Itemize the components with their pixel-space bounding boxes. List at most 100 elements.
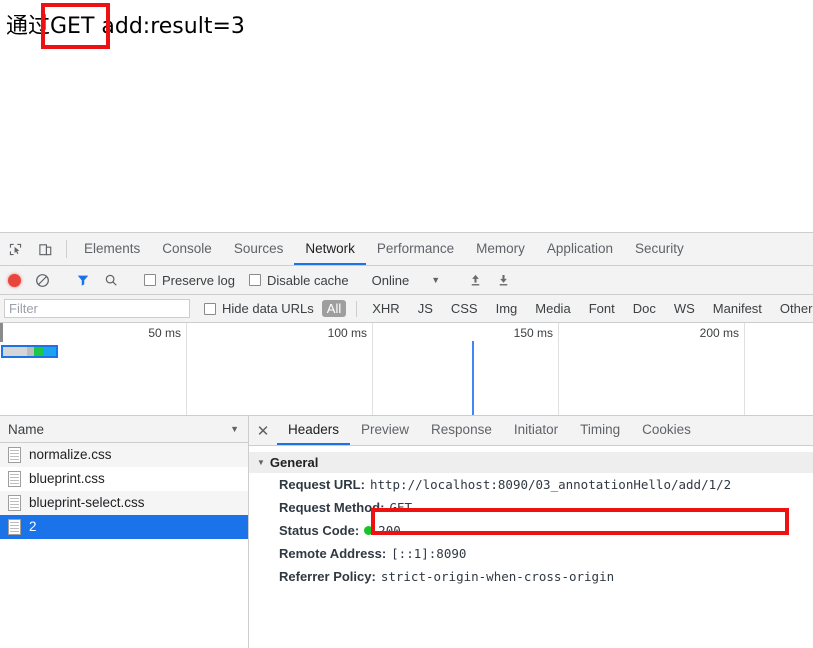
network-filter-row: Hide data URLs All XHR JS CSS Img Media … xyxy=(0,295,813,323)
record-dot-icon xyxy=(7,273,21,287)
request-row-normalize-css[interactable]: normalize.css xyxy=(0,443,248,467)
status-code-key: Status Code: xyxy=(279,523,360,538)
throttling-select[interactable]: Online xyxy=(372,273,410,288)
type-filter-js[interactable]: JS xyxy=(413,300,438,317)
header-row-status-code: Status Code: 200 xyxy=(249,519,813,542)
details-tab-cookies[interactable]: Cookies xyxy=(631,416,702,445)
device-toolbar-icon[interactable] xyxy=(30,233,60,265)
tick-line-150 xyxy=(558,323,559,415)
tab-elements[interactable]: Elements xyxy=(73,233,151,265)
request-row-blueprint-css[interactable]: blueprint.css xyxy=(0,467,248,491)
details-tab-preview[interactable]: Preview xyxy=(350,416,420,445)
toolbar-divider xyxy=(66,240,67,258)
overview-load-event-marker xyxy=(472,341,474,415)
request-row-blueprint-select-css[interactable]: blueprint-select.css xyxy=(0,491,248,515)
header-row-request-method: Request Method: GET xyxy=(249,496,813,519)
tab-security[interactable]: Security xyxy=(624,233,695,265)
type-filter-all[interactable]: All xyxy=(321,300,347,317)
css-file-icon xyxy=(8,470,21,487)
details-tab-timing[interactable]: Timing xyxy=(569,416,631,445)
type-filter-css[interactable]: CSS xyxy=(446,300,483,317)
bar-segment-waiting xyxy=(27,347,34,356)
request-method-key: Request Method: xyxy=(279,500,385,515)
network-overview-timeline[interactable]: 50 ms 100 ms 150 ms 200 ms xyxy=(0,323,813,416)
doc-file-icon xyxy=(8,518,21,535)
preserve-log-checkbox[interactable]: Preserve log xyxy=(144,273,235,288)
requests-column-header[interactable]: Name ▼ xyxy=(0,416,248,443)
type-filter-manifest[interactable]: Manifest xyxy=(708,300,767,317)
type-filter-media[interactable]: Media xyxy=(530,300,575,317)
remote-address-key: Remote Address: xyxy=(279,546,387,561)
tick-label-50ms: 50 ms xyxy=(148,326,181,340)
header-row-referrer-policy: Referrer Policy: strict-origin-when-cros… xyxy=(249,565,813,588)
preserve-log-box-icon xyxy=(144,274,156,286)
tick-label-100ms: 100 ms xyxy=(327,326,367,340)
request-url-value: http://localhost:8090/03_annotationHello… xyxy=(369,477,732,492)
headers-content: ▼ General Request URL: http://localhost:… xyxy=(249,446,813,648)
css-file-icon xyxy=(8,494,21,511)
export-har-icon[interactable] xyxy=(489,267,517,293)
referrer-policy-key: Referrer Policy: xyxy=(279,569,376,584)
network-bottom-split: Name ▼ normalize.css blueprint.css bluep… xyxy=(0,416,813,648)
request-name: blueprint.css xyxy=(29,471,105,486)
search-icon[interactable] xyxy=(97,267,125,293)
tab-sources[interactable]: Sources xyxy=(223,233,295,265)
bar-segment-ttfb xyxy=(34,347,44,356)
referrer-policy-value: strict-origin-when-cross-origin xyxy=(380,569,615,584)
type-filter-doc[interactable]: Doc xyxy=(628,300,661,317)
filter-icon[interactable] xyxy=(69,267,97,293)
status-code-value: 200 xyxy=(378,523,401,538)
type-filter-ws[interactable]: WS xyxy=(669,300,700,317)
browser-page-content: 通过GET add:result=3 xyxy=(0,0,813,232)
tab-performance[interactable]: Performance xyxy=(366,233,465,265)
preserve-log-label: Preserve log xyxy=(162,272,235,288)
devtools-panel: Elements Console Sources Network Perform… xyxy=(0,232,813,648)
details-tabbar: ✕ Headers Preview Response Initiator Tim… xyxy=(249,416,813,446)
screenshot-root: 通过GET add:result=3 Elements Console Sour… xyxy=(0,0,813,648)
filter-input[interactable] xyxy=(4,299,190,318)
triangle-down-icon: ▼ xyxy=(257,458,265,467)
tab-console[interactable]: Console xyxy=(151,233,223,265)
tab-network[interactable]: Network xyxy=(294,233,366,265)
details-tab-response[interactable]: Response xyxy=(420,416,503,445)
request-details-panel: ✕ Headers Preview Response Initiator Tim… xyxy=(249,416,813,648)
network-toolbar: Preserve log Disable cache Online ▼ xyxy=(0,266,813,295)
overview-left-handle[interactable] xyxy=(0,323,3,342)
general-section-header[interactable]: ▼ General xyxy=(249,452,813,473)
tab-memory[interactable]: Memory xyxy=(465,233,536,265)
import-har-icon[interactable] xyxy=(461,267,489,293)
disable-cache-box-icon xyxy=(248,274,261,286)
header-row-request-url: Request URL: http://localhost:8090/03_an… xyxy=(249,473,813,496)
type-filter-xhr[interactable]: XHR xyxy=(367,300,404,317)
close-icon[interactable]: ✕ xyxy=(249,416,277,445)
requests-list-panel: Name ▼ normalize.css blueprint.css bluep… xyxy=(0,416,249,648)
bar-segment-download xyxy=(44,347,56,356)
disable-cache-checkbox[interactable]: Disable cache xyxy=(248,273,349,288)
type-filter-other[interactable]: Other xyxy=(775,300,813,317)
hide-data-urls-box-icon xyxy=(204,302,216,315)
type-filter-divider xyxy=(356,300,358,317)
general-section-label: General xyxy=(269,455,319,470)
tick-label-200ms: 200 ms xyxy=(699,326,739,340)
request-row-2[interactable]: 2 xyxy=(0,515,248,539)
record-button[interactable] xyxy=(0,267,28,293)
details-tab-initiator[interactable]: Initiator xyxy=(503,416,569,445)
details-tab-headers[interactable]: Headers xyxy=(277,416,351,445)
tick-line-200 xyxy=(744,323,745,415)
request-name: 2 xyxy=(29,519,37,534)
remote-address-value: [::1]:8090 xyxy=(391,546,467,561)
chevron-down-icon[interactable]: ▼ xyxy=(431,275,440,285)
type-filter-img[interactable]: Img xyxy=(491,300,523,317)
type-filter-font[interactable]: Font xyxy=(584,300,620,317)
header-row-remote-address: Remote Address: [::1]:8090 xyxy=(249,542,813,565)
status-ok-dot-icon xyxy=(364,526,374,535)
hide-data-urls-checkbox[interactable]: Hide data URLs xyxy=(204,301,314,316)
inspect-element-icon[interactable] xyxy=(0,233,30,265)
css-file-icon xyxy=(8,446,21,463)
sort-descending-icon[interactable]: ▼ xyxy=(230,424,239,434)
tick-line-50 xyxy=(186,323,187,415)
tab-application[interactable]: Application xyxy=(536,233,624,265)
request-name: blueprint-select.css xyxy=(29,495,145,510)
clear-button[interactable] xyxy=(28,267,56,293)
hide-data-urls-label: Hide data URLs xyxy=(222,301,314,316)
